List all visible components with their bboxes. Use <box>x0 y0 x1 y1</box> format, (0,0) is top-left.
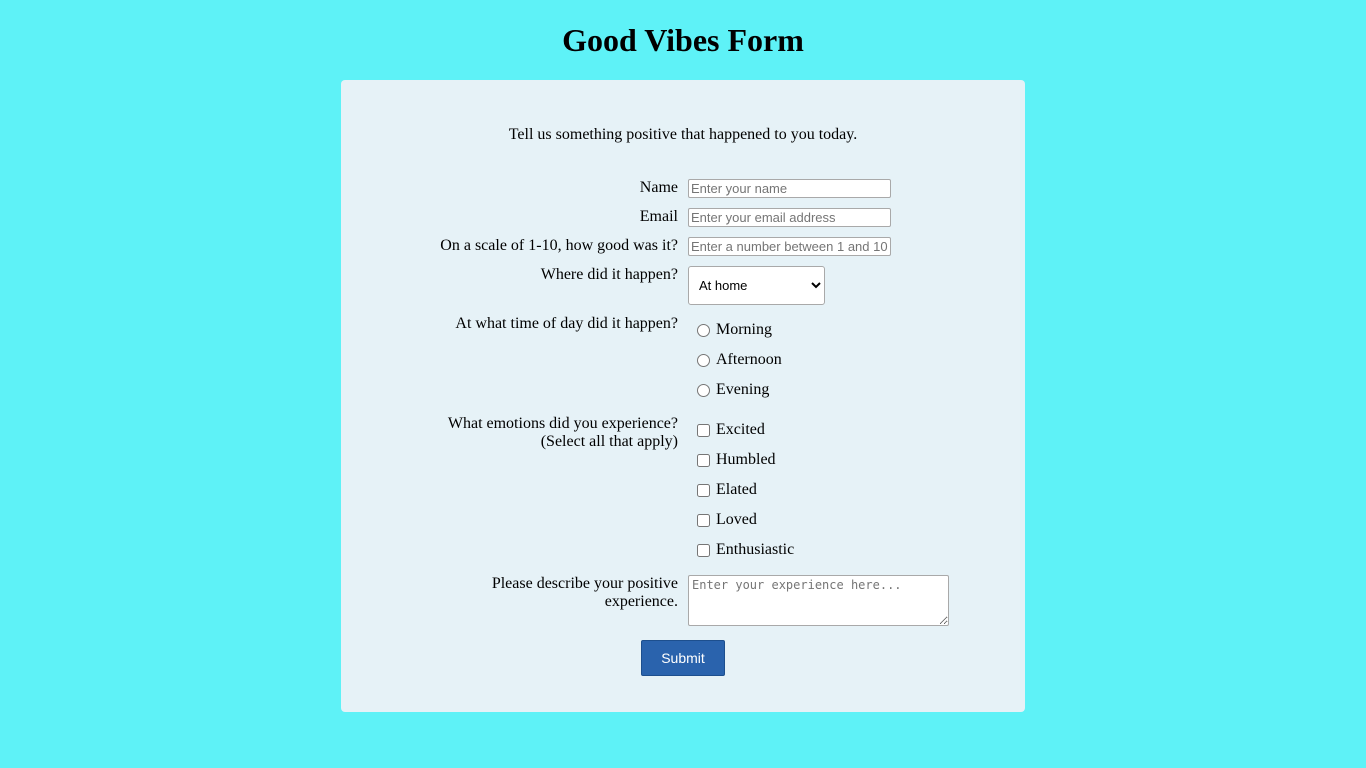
emotion-option-humbled[interactable]: Humbled <box>697 450 776 470</box>
emotion-option-label: Humbled <box>716 451 776 468</box>
time-radio-evening[interactable] <box>697 383 710 397</box>
submit-button[interactable]: Submit <box>641 640 725 676</box>
email-label: Email <box>639 208 678 225</box>
emotion-checkbox-elated[interactable] <box>697 483 710 497</box>
location-label: Where did it happen? <box>540 266 678 283</box>
rating-input[interactable] <box>688 237 891 256</box>
time-option-afternoon[interactable]: Afternoon <box>697 350 782 370</box>
email-input[interactable] <box>688 208 891 227</box>
time-option-label: Morning <box>716 321 772 338</box>
time-option-label: Afternoon <box>716 351 782 368</box>
time-radio-morning[interactable] <box>697 323 710 337</box>
emotion-checkbox-loved[interactable] <box>697 513 710 527</box>
form-intro: Tell us something positive that happened… <box>508 126 858 143</box>
time-option-morning[interactable]: Morning <box>697 320 772 340</box>
emotion-checkbox-humbled[interactable] <box>697 453 710 467</box>
time-option-label: Evening <box>716 381 770 398</box>
description-label: Please describe your positive experience… <box>491 575 678 610</box>
time-radio-afternoon[interactable] <box>697 353 710 367</box>
name-label: Name <box>639 179 678 196</box>
time-option-evening[interactable]: Evening <box>697 380 769 400</box>
emotion-option-label: Excited <box>716 421 765 438</box>
emotion-option-label: Enthusiastic <box>716 541 795 558</box>
emotions-label-line2: (Select all that apply) <box>540 433 678 450</box>
location-select[interactable]: At home <box>688 266 825 305</box>
emotion-option-excited[interactable]: Excited <box>697 420 765 440</box>
emotion-option-enthusiastic[interactable]: Enthusiastic <box>697 540 794 560</box>
emotion-checkbox-excited[interactable] <box>697 423 710 437</box>
emotions-label-line1: What emotions did you experience? <box>447 415 678 432</box>
emotion-option-elated[interactable]: Elated <box>697 480 757 500</box>
rating-label: On a scale of 1-10, how good was it? <box>440 237 678 254</box>
emotions-label: What emotions did you experience? (Selec… <box>448 415 678 451</box>
name-input[interactable] <box>688 179 891 198</box>
emotion-option-loved[interactable]: Loved <box>697 510 757 530</box>
emotion-option-label: Elated <box>716 481 757 498</box>
emotion-checkbox-enthusiastic[interactable] <box>697 543 710 557</box>
form-card: Tell us something positive that happened… <box>341 80 1025 712</box>
emotion-option-label: Loved <box>716 511 757 528</box>
description-textarea[interactable] <box>688 575 949 626</box>
time-of-day-label: At what time of day did it happen? <box>455 315 678 332</box>
page-title: Good Vibes Form <box>562 22 804 58</box>
